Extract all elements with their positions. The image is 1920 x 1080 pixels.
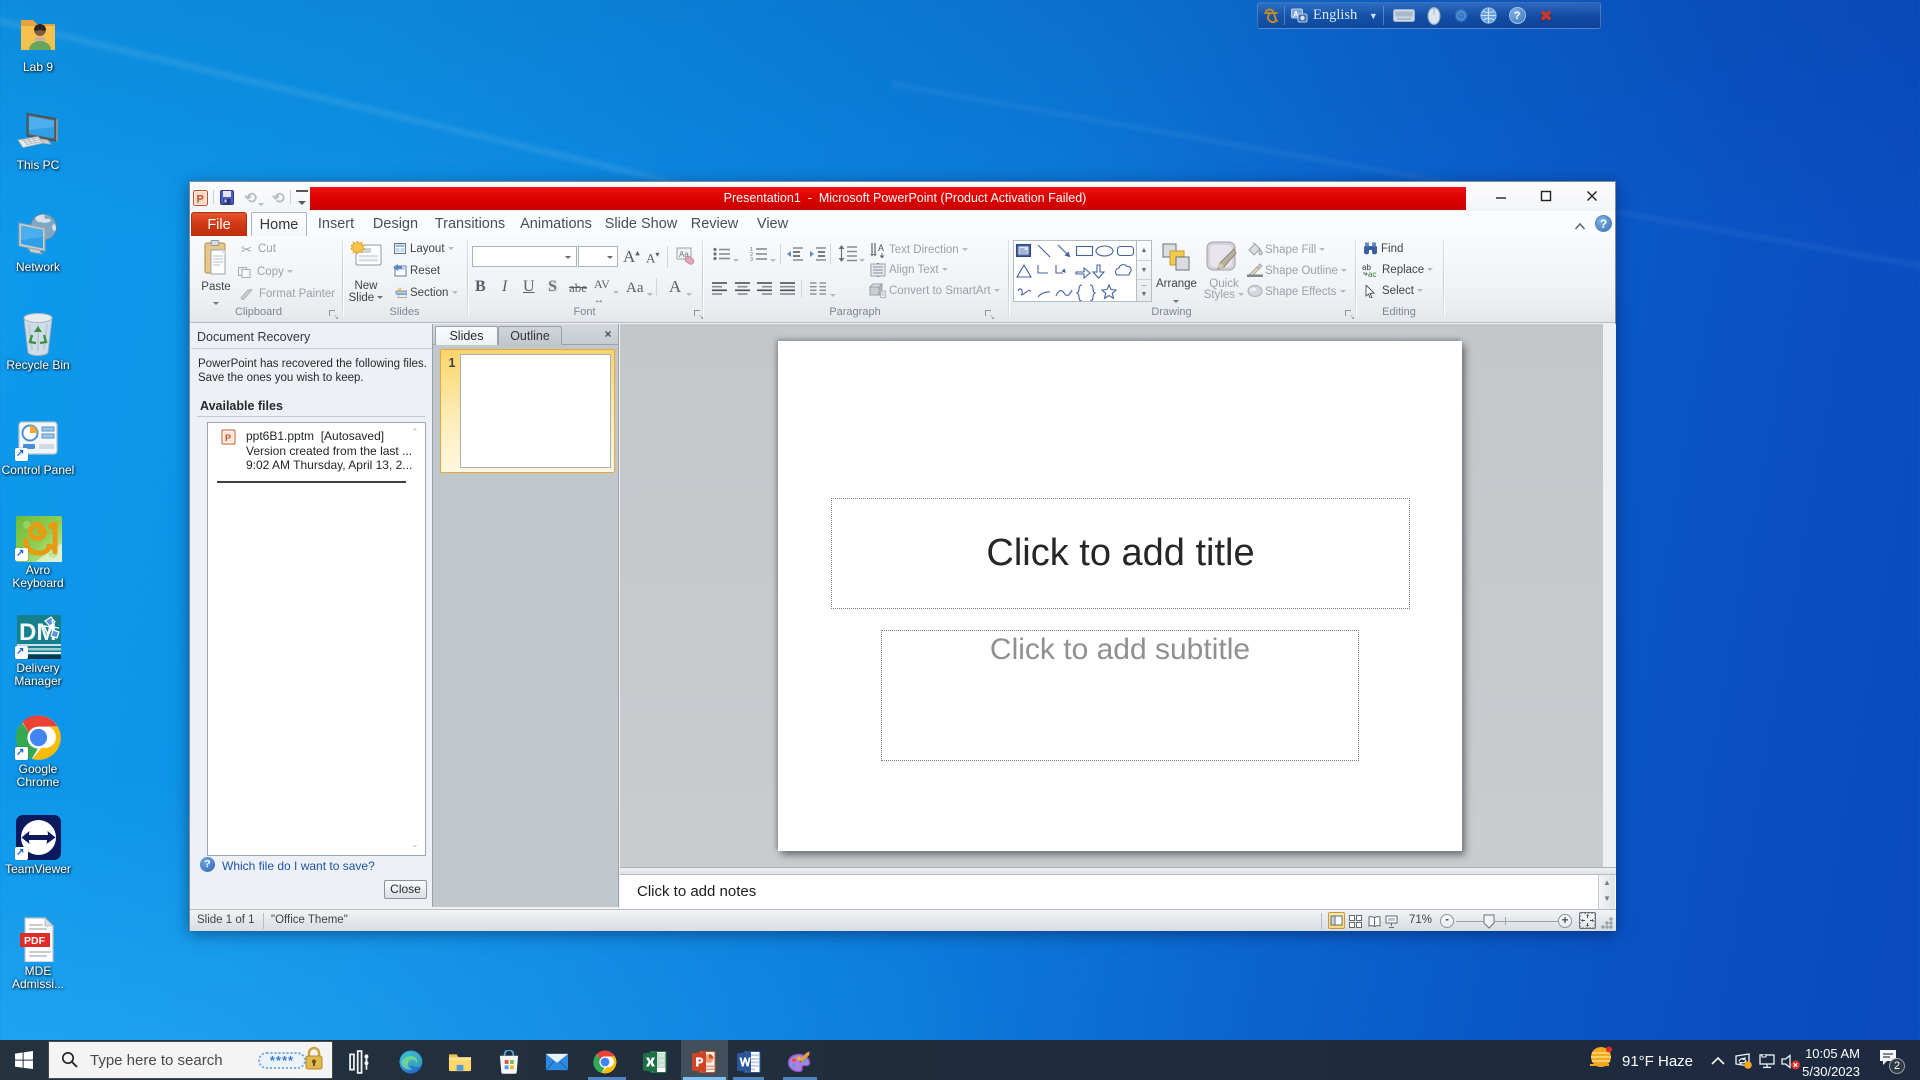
- svg-text:P: P: [197, 194, 204, 206]
- svg-text:PDF: PDF: [24, 935, 46, 947]
- svg-text:P: P: [225, 433, 231, 443]
- svg-text:ac: ac: [1368, 270, 1376, 278]
- svg-text:3: 3: [750, 257, 753, 261]
- svg-text:A: A: [878, 243, 884, 253]
